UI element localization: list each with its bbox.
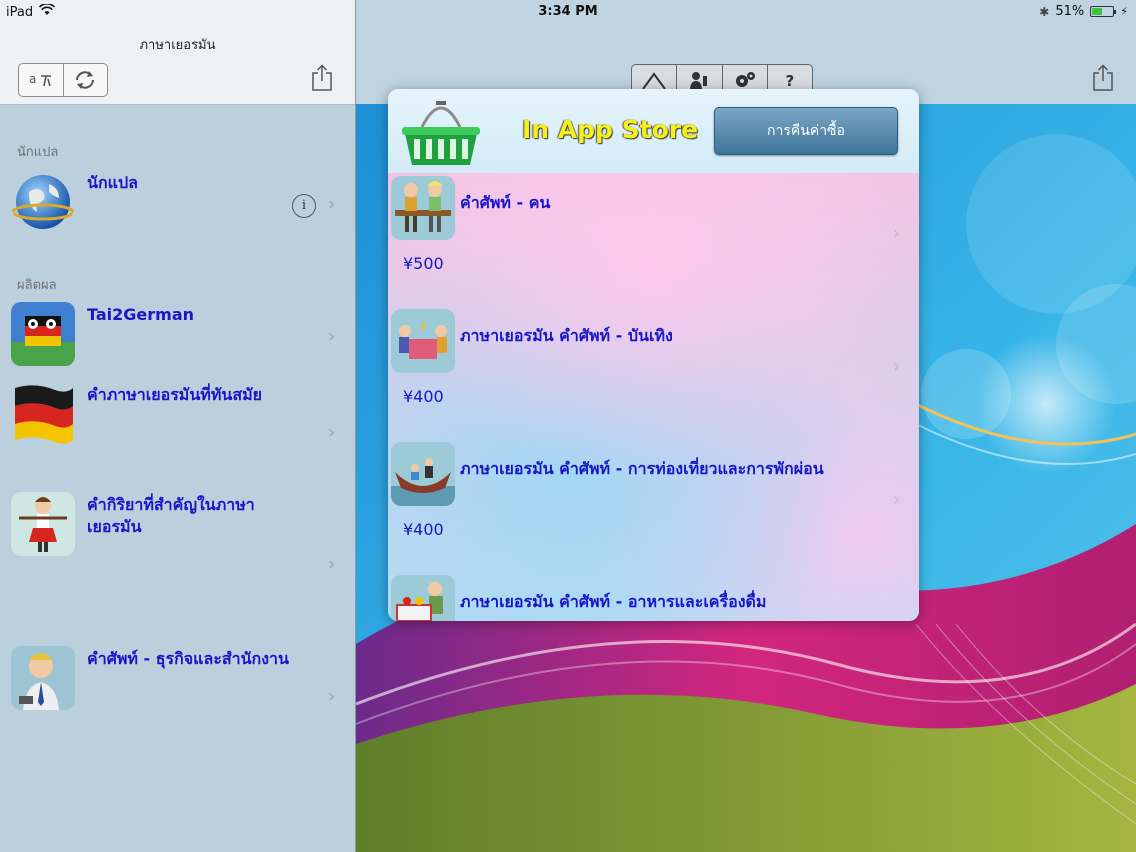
battery-icon <box>1090 6 1117 17</box>
battery-percent: 51% <box>1055 4 1085 19</box>
list-item-label: คำกิริยาที่สำคัญในภาษาเยอรมัน <box>87 495 255 536</box>
german-flag-icon <box>11 382 75 446</box>
sync-icon[interactable] <box>62 64 108 96</box>
product-item-people[interactable]: คำศัพท์ - คน ¥500 › <box>388 173 919 306</box>
product-name: ภาษาเยอรมัน คำศัพท์ - อาหารและเครื่องดื่… <box>460 592 767 611</box>
chevron-right-icon: › <box>893 356 901 377</box>
svg-text:a: a <box>29 72 36 86</box>
globe-icon <box>11 170 75 234</box>
business-app-icon <box>11 646 75 710</box>
translate-icon[interactable]: a <box>19 64 63 96</box>
section-title-products: ผลิตผล <box>17 278 57 293</box>
clock: 3:34 PM <box>538 4 598 19</box>
chevron-right-icon: › <box>893 223 901 244</box>
product-item-food-drink[interactable]: ภาษาเยอรมัน คำศัพท์ - อาหารและเครื่องดื่… <box>388 572 919 621</box>
section-title-translator: นักแปล <box>17 145 59 160</box>
tai2german-app-icon <box>11 302 75 366</box>
food-drink-vocab-icon <box>391 575 455 621</box>
product-price: ¥400 <box>403 387 444 406</box>
travel-vocab-icon <box>391 442 455 506</box>
status-bar: iPad 3:34 PM ✱ 51% ⚡ <box>0 0 1136 24</box>
list-item-label: Tai2German <box>87 305 194 324</box>
in-app-store-popover: In App Store การคืนค่าซื้อ คำศัพท์ - คน … <box>388 89 919 621</box>
list-item-modern-german-words[interactable]: คำภาษาเยอรมันที่ทันสมัย › <box>0 382 355 468</box>
product-name: ภาษาเยอรมัน คำศัพท์ - การท่องเที่ยวและกา… <box>460 459 824 478</box>
info-icon[interactable]: i <box>292 194 316 218</box>
product-list: คำศัพท์ - คน ¥500 › ภาษาเยอรมัน คำศัพท์ … <box>388 173 919 621</box>
restore-purchases-button[interactable]: การคืนค่าซื้อ <box>714 107 898 155</box>
store-title: In App Store <box>522 115 699 144</box>
list-item-label: คำศัพท์ - ธุรกิจและสำนักงาน <box>87 649 289 668</box>
shopping-basket-icon <box>400 95 482 167</box>
share-icon[interactable] <box>311 64 333 92</box>
sidebar-title: ภาษาเยอรมัน <box>139 38 216 53</box>
chevron-right-icon: › <box>328 194 336 215</box>
chevron-right-icon: › <box>328 554 336 575</box>
chevron-right-icon: › <box>328 686 336 707</box>
product-item-travel[interactable]: ภาษาเยอรมัน คำศัพท์ - การท่องเที่ยวและกา… <box>388 439 919 572</box>
product-item-entertainment[interactable]: ภาษาเยอรมัน คำศัพท์ - บันเทิง ¥400 › <box>388 306 919 439</box>
people-vocab-icon <box>391 176 455 240</box>
share-icon[interactable] <box>1092 64 1114 92</box>
list-item-label: คำภาษาเยอรมันที่ทันสมัย <box>87 385 262 404</box>
bluetooth-icon: ✱ <box>1039 4 1050 19</box>
product-name: ภาษาเยอรมัน คำศัพท์ - บันเทิง <box>460 326 673 345</box>
chevron-right-icon: › <box>328 326 336 347</box>
segmented-control: a <box>18 63 108 97</box>
sidebar: ภาษาเยอรมัน a นักแปล นักแปล i › ผลิตผล T… <box>0 0 356 852</box>
list-item-business-office[interactable]: คำศัพท์ - ธุรกิจและสำนักงาน › <box>0 646 355 726</box>
chevron-right-icon: › <box>893 489 901 510</box>
charging-icon: ⚡ <box>1120 5 1128 18</box>
entertainment-vocab-icon <box>391 309 455 373</box>
list-item-tai2german[interactable]: Tai2German › <box>0 302 355 374</box>
list-item-translator[interactable]: นักแปล i › <box>0 166 355 238</box>
chevron-right-icon: › <box>328 422 336 443</box>
store-header: In App Store การคืนค่าซื้อ <box>388 89 919 173</box>
product-price: ¥400 <box>403 520 444 539</box>
verbs-app-icon <box>11 492 75 556</box>
product-price: ¥500 <box>403 254 444 273</box>
list-item-label: นักแปล <box>87 173 138 192</box>
list-item-important-verbs[interactable]: คำกิริยาที่สำคัญในภาษาเยอรมัน › <box>0 492 355 622</box>
product-name: คำศัพท์ - คน <box>460 193 551 212</box>
